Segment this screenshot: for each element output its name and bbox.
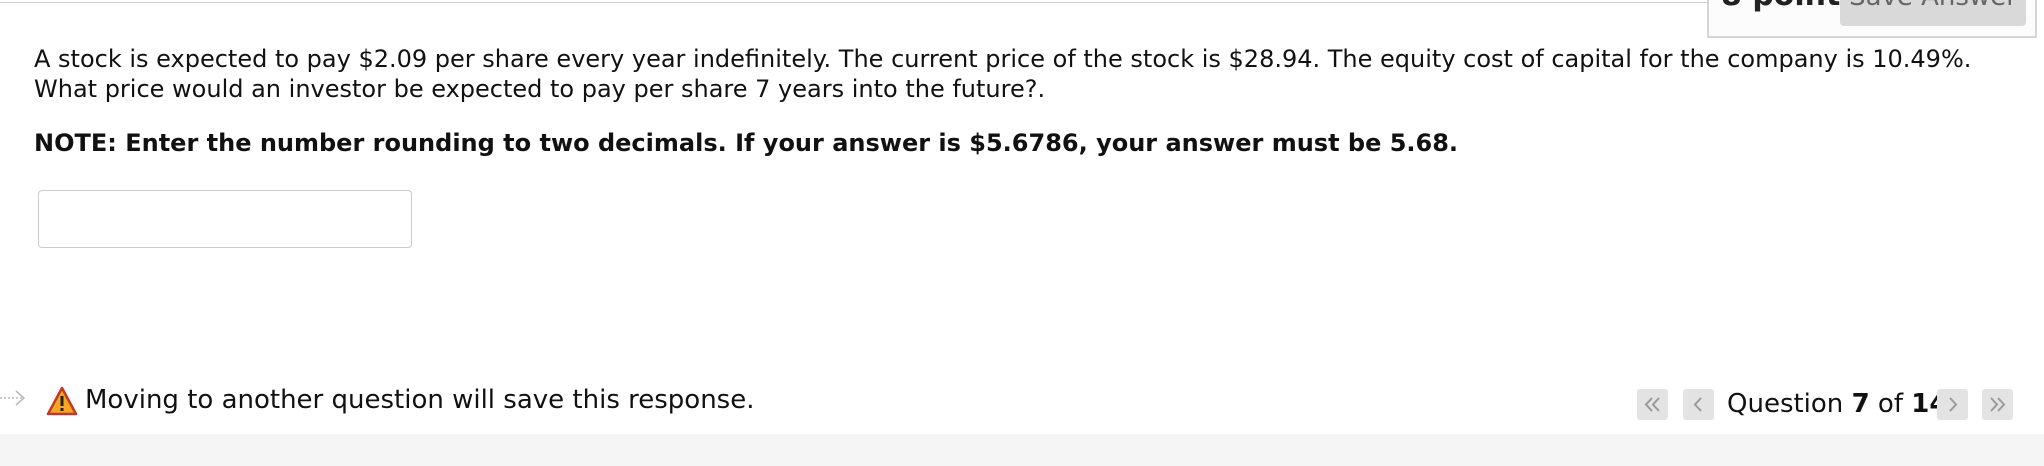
rounding-note: NOTE: Enter the number rounding to two d… [34, 129, 1459, 157]
arrow-right-icon [0, 386, 30, 414]
save-answer-label: Save Answer [1840, 0, 2026, 12]
question-prefix: Question [1727, 389, 1844, 419]
first-question-button[interactable] [1637, 389, 1668, 420]
answer-input[interactable] [38, 190, 412, 248]
top-divider [0, 2, 1708, 3]
current-question-number: 7 [1851, 389, 1870, 419]
warning-icon [46, 386, 78, 420]
question-line-2: What price would an investor be expected… [34, 75, 1046, 103]
next-question-button[interactable] [1937, 389, 1968, 420]
question-text: A stock is expected to pay $2.09 per sha… [34, 44, 2014, 104]
question-line-1: A stock is expected to pay $2.09 per sha… [34, 45, 1972, 73]
question-counter: Question 7 of 14 [1727, 387, 1947, 421]
save-answer-button[interactable]: Save Answer [1840, 0, 2026, 26]
chevron-left-icon [1693, 397, 1702, 412]
last-question-button[interactable] [1982, 389, 2013, 420]
previous-question-button[interactable] [1683, 389, 1714, 420]
footer-background [0, 434, 2044, 466]
double-chevron-left-icon [1644, 397, 1660, 412]
save-warning-text: Moving to another question will save thi… [85, 385, 755, 415]
of-label: of [1877, 389, 1903, 419]
double-chevron-right-icon [1990, 397, 2006, 412]
points-panel: 8 points Save Answer [1707, 0, 2037, 38]
chevron-right-icon [1949, 397, 1958, 412]
points-label: 8 points [1721, 0, 1858, 13]
